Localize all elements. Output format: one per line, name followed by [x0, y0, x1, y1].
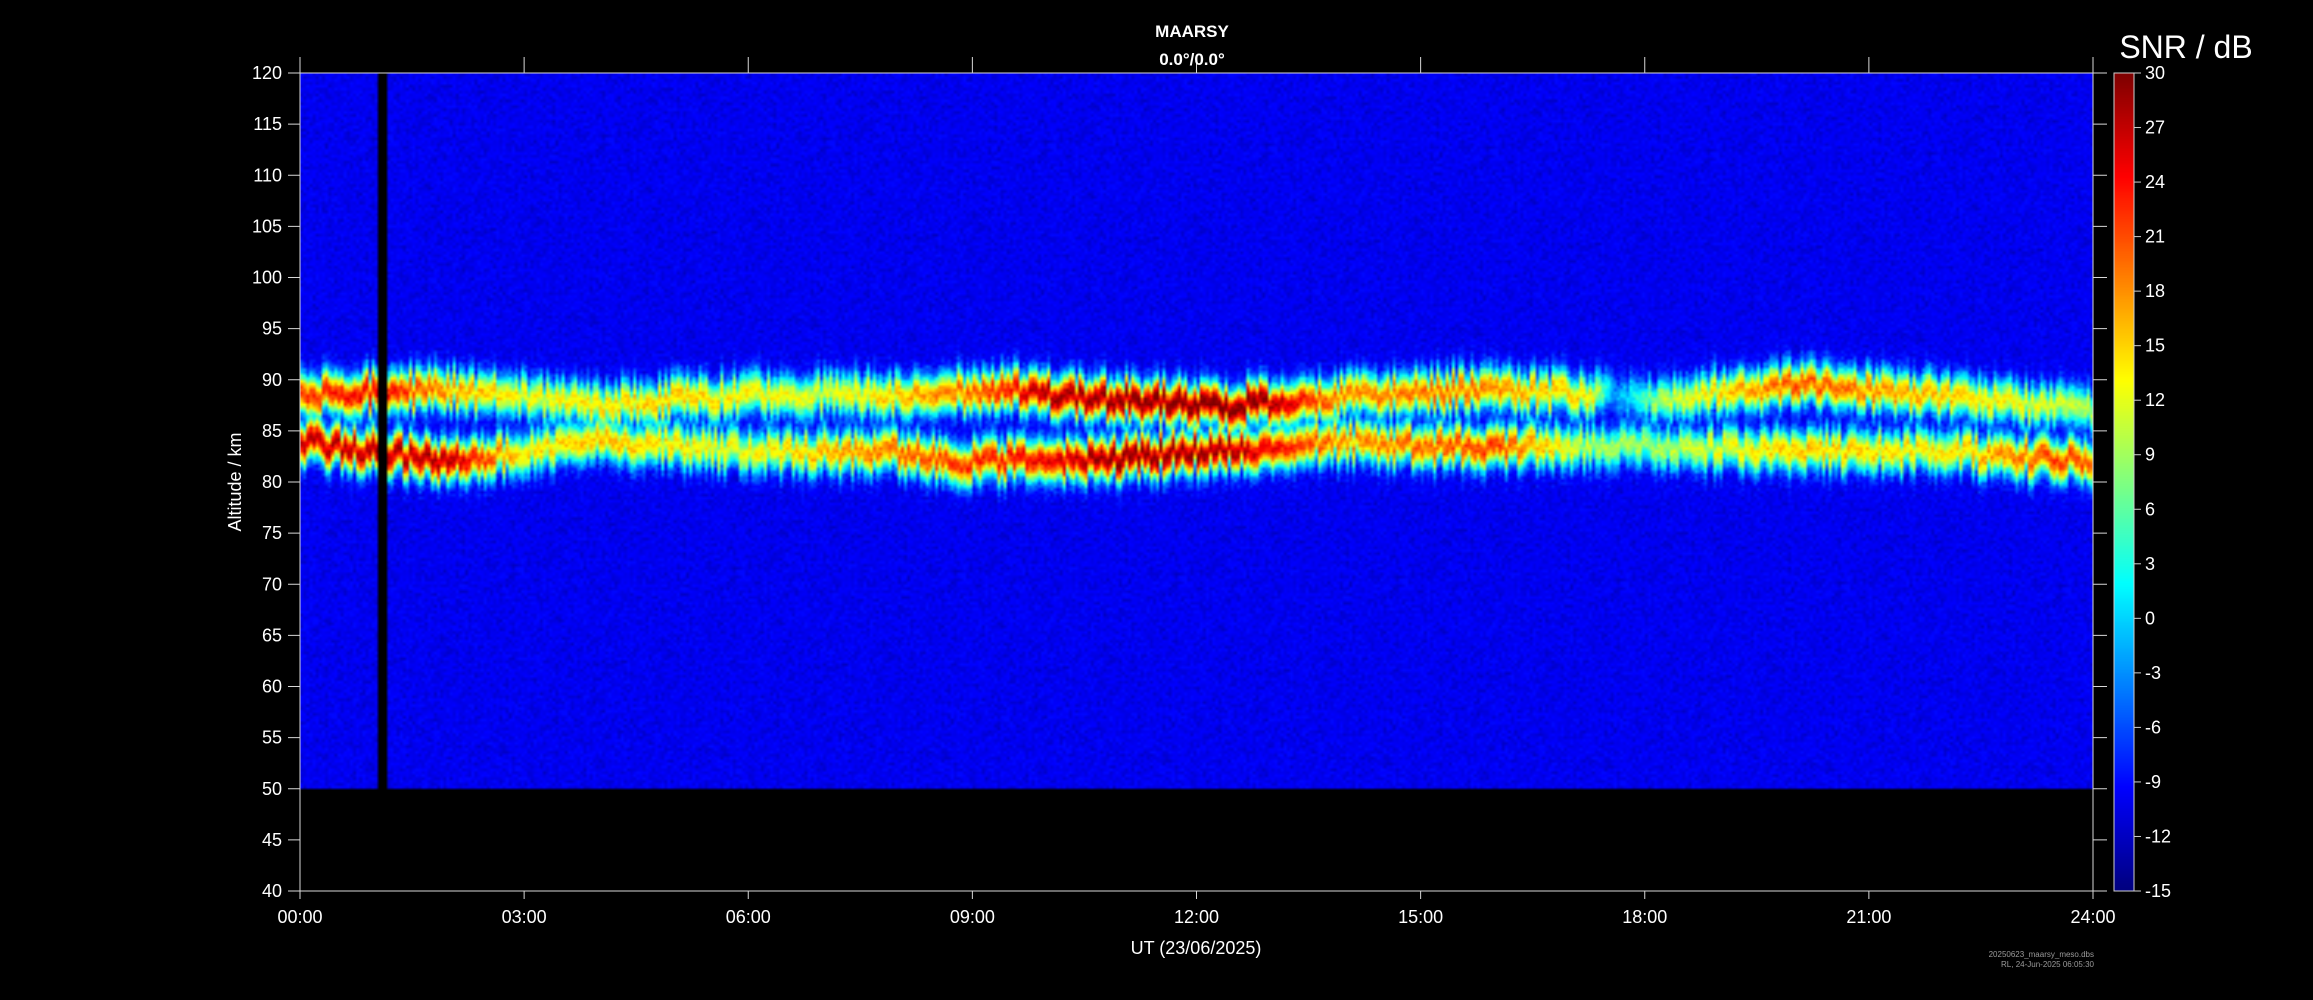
y-tick-label: 50 [262, 779, 282, 799]
colorbar-tick-label: -9 [2145, 772, 2161, 792]
colorbar-tick-label: -3 [2145, 663, 2161, 683]
x-tick-label: 03:00 [502, 907, 547, 927]
x-tick-label: 12:00 [1174, 907, 1219, 927]
colorbar-tick-label: 24 [2145, 172, 2165, 192]
colorbar-tick-label: 9 [2145, 445, 2155, 465]
x-tick-label: 15:00 [1398, 907, 1443, 927]
colorbar-tick-label: 15 [2145, 336, 2165, 356]
snr-altitude-time-chart: 00:00 03:00 06:00 09:00 12:00 15:00 18:00 21:00… [225, 22, 2253, 969]
x-axis-label: UT (23/06/2025) [1131, 938, 1262, 958]
colorbar-tick-label: 6 [2145, 499, 2155, 519]
y-tick-label: 60 [262, 677, 282, 697]
x-tick-label: 24:00 [2070, 907, 2115, 927]
plot-area [299, 72, 2094, 892]
colorbar-title: SNR / dB [2119, 29, 2252, 65]
colorbar-tick-label: 30 [2145, 63, 2165, 83]
colorbar: SNR / dB 302724211815129630-3-6-9-12-15 [2113, 29, 2253, 901]
y-tick-label: 120 [252, 63, 282, 83]
y-tick-label: 90 [262, 370, 282, 390]
colorbar-tick-label: 12 [2145, 390, 2165, 410]
colorbar-tick-label: -6 [2145, 717, 2161, 737]
colorbar-tick-label: 3 [2145, 554, 2155, 574]
colorbar-tick-label: 21 [2145, 227, 2165, 247]
y-tick-label: 95 [262, 319, 282, 339]
y-tick-label: 115 [253, 114, 282, 134]
chart-title: MAARSY [1155, 22, 1229, 41]
y-tick-label: 85 [262, 421, 282, 441]
y-tick-label: 100 [252, 268, 282, 288]
y-tick-label: 45 [262, 830, 282, 850]
x-tick-label: 09:00 [950, 907, 995, 927]
y-tick-label: 80 [262, 472, 282, 492]
colorbar-tick-label: 27 [2145, 118, 2165, 138]
y-tick-label: 75 [262, 523, 282, 543]
y-tick-label: 110 [253, 165, 282, 185]
colorbar-gradient [2114, 73, 2134, 891]
chart-subtitle: 0.0°/0.0° [1159, 50, 1225, 69]
colorbar-tick-label: -12 [2145, 826, 2171, 846]
x-tick-label: 18:00 [1622, 907, 1667, 927]
x-tick-label: 21:00 [1846, 907, 1891, 927]
snr-heatmap [300, 73, 2093, 891]
colorbar-tick-label: 0 [2145, 608, 2155, 628]
y-tick-label: 105 [252, 216, 282, 236]
colorbar-tick-label: 18 [2145, 281, 2165, 301]
y-tick-label: 65 [262, 625, 282, 645]
colorbar-tick-label: -15 [2145, 881, 2171, 901]
y-axis-label: Altitude / km [225, 432, 245, 531]
y-tick-label: 55 [262, 728, 282, 748]
y-tick-label: 70 [262, 574, 282, 594]
footer-filename: 20250623_maarsy_meso.dbs [1989, 950, 2094, 959]
x-tick-label: 00:00 [277, 907, 322, 927]
colorbar-ticks: 302724211815129630-3-6-9-12-15 [2134, 63, 2171, 901]
footer-credit: RL, 24-Jun-2025 06:05:30 [2001, 960, 2095, 969]
y-tick-label: 40 [262, 881, 282, 901]
x-tick-label: 06:00 [726, 907, 771, 927]
